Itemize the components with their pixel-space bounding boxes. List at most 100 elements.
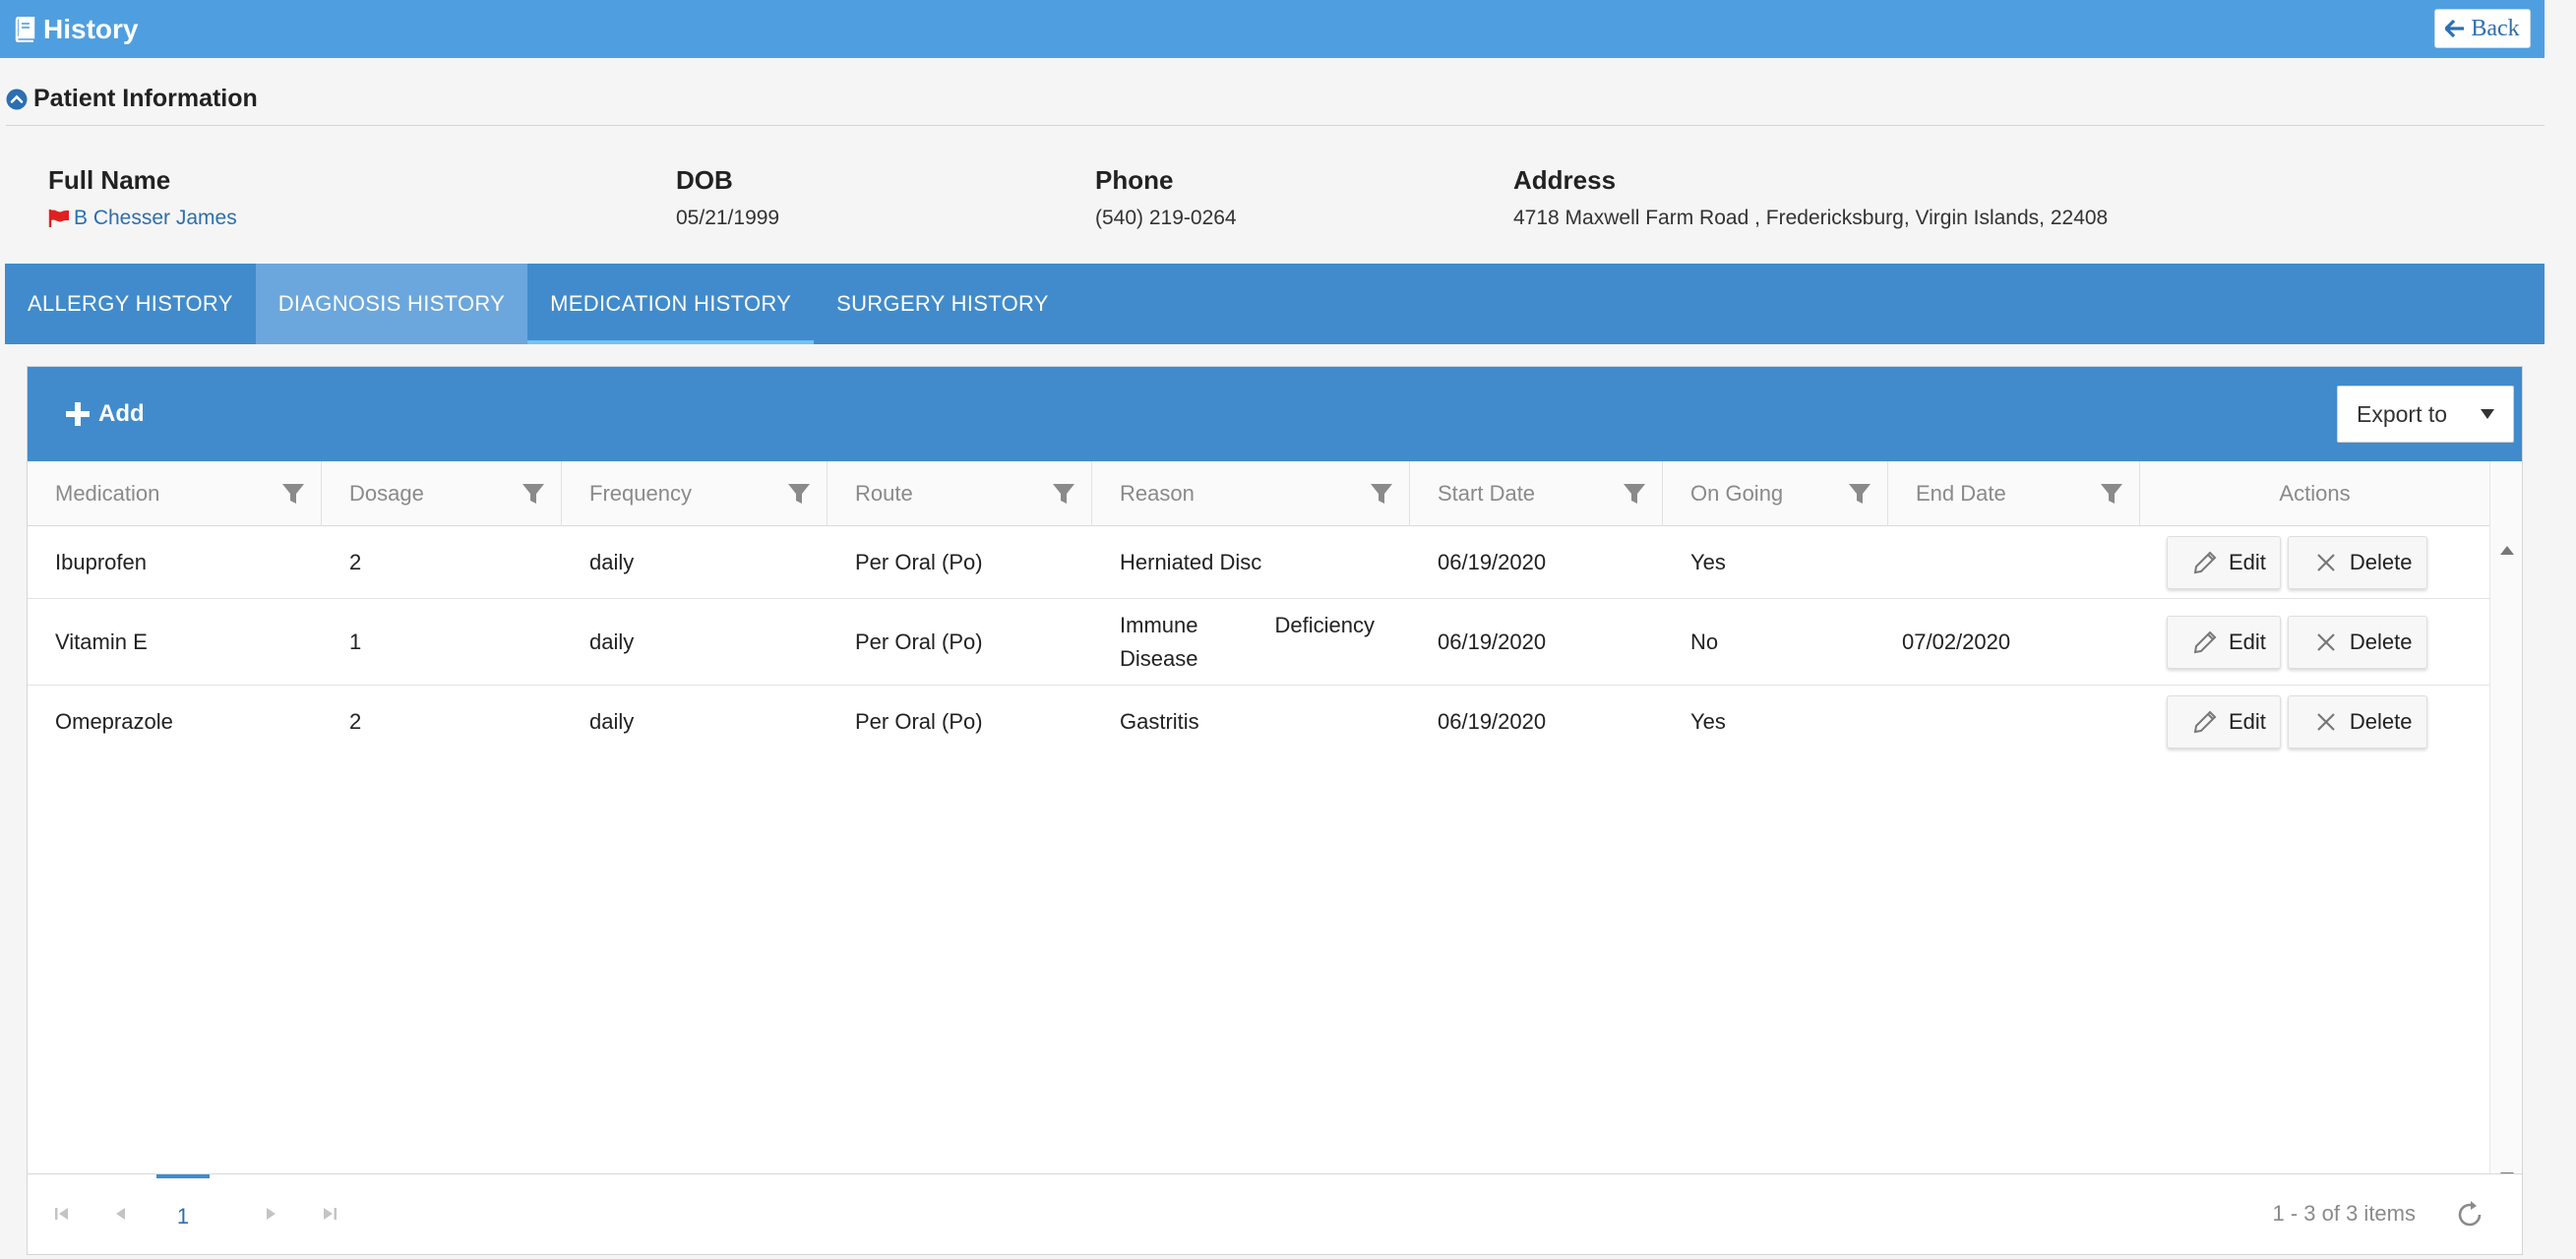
column-header-end-date[interactable]: End Date [1888,461,2140,526]
delete-label: Delete [2349,709,2413,734]
table-row[interactable]: Omeprazole 2 daily Per Oral (Po) Gastrit… [28,686,2490,758]
column-title-frequency: Frequency [589,481,692,506]
phone-label: Phone [1095,165,1174,195]
tab-allergy-history[interactable]: ALLERGY HISTORY [5,264,256,344]
filter-icon[interactable] [521,482,545,506]
cell-start-date: 06/19/2020 [1438,709,1547,734]
filter-icon[interactable] [281,482,305,506]
column-header-actions: Actions [2140,461,2490,526]
cell-route: Per Oral (Po) [855,709,983,734]
edit-button[interactable]: Edit [2167,695,2281,749]
patient-phone: (540) 219-0264 [1095,207,1237,229]
pencil-icon [2193,551,2217,573]
book-icon [15,16,35,42]
cell-start-date: 06/19/2020 [1438,549,1547,574]
column-title-dosage: Dosage [349,481,424,506]
patient-address-block: Address 4718 Maxwell Farm Road , Frederi… [1513,165,2108,230]
column-header-route[interactable]: Route [828,461,1092,526]
patient-dob: 05/21/1999 [676,207,780,229]
filter-icon[interactable] [1623,482,1646,506]
scroll-up-icon[interactable] [2499,544,2515,556]
tab-diagnosis-history[interactable]: DIAGNOSIS HISTORY [255,264,528,344]
export-label: Export to [2357,400,2448,427]
column-header-medication[interactable]: Medication [28,461,322,526]
plus-icon [66,402,90,426]
back-label: Back [2471,15,2520,41]
cell-frequency: daily [589,709,635,734]
column-header-frequency[interactable]: Frequency [562,461,828,526]
full-name-label: Full Name [48,165,171,195]
column-title-on-going: On Going [1690,481,1784,506]
chevron-up-circle-icon [6,89,28,110]
refresh-icon[interactable] [2453,1198,2486,1231]
edit-label: Edit [2229,709,2266,734]
close-icon [2317,553,2335,571]
column-header-dosage[interactable]: Dosage [322,461,562,526]
vertical-scrollbar[interactable] [2489,461,2522,1195]
filter-icon[interactable] [1052,482,1075,506]
grid-pager: 1 1 - 3 of 3 items [28,1173,2522,1254]
next-page-icon[interactable] [262,1205,279,1223]
column-title-start-date: Start Date [1438,481,1536,506]
patient-name: B Chesser James [74,207,237,229]
filter-icon[interactable] [787,482,811,506]
cell-on-going: Yes [1690,549,1726,574]
filter-icon[interactable] [1848,482,1871,506]
edit-button[interactable]: Edit [2167,535,2281,589]
column-title-actions: Actions [2279,481,2351,506]
cell-medication: Omeprazole [55,709,173,734]
cell-actions: Edit Delete [2140,526,2490,598]
last-page-icon[interactable] [321,1205,338,1223]
grid-toolbar: Add Export to [28,367,2522,461]
tab-surgery-history[interactable]: SURGERY HISTORY [814,264,1072,344]
column-header-start-date[interactable]: Start Date [1410,461,1663,526]
edit-label: Edit [2229,549,2266,574]
cell-frequency: daily [589,629,635,654]
column-title-reason: Reason [1120,481,1195,506]
delete-label: Delete [2349,629,2413,654]
cell-reason: Immune Deficiency Disease [1120,612,1375,671]
delete-button[interactable]: Delete [2287,615,2427,669]
delete-button[interactable]: Delete [2287,695,2427,749]
grid-header: Medication Dosage Frequency Route Reason… [28,461,2490,526]
arrow-left-icon [2445,20,2465,37]
column-title-end-date: End Date [1916,481,2006,506]
table-row[interactable]: Ibuprofen 2 daily Per Oral (Po) Herniate… [28,526,2490,599]
cell-route: Per Oral (Po) [855,629,983,654]
cell-reason: Gastritis [1120,709,1199,734]
cell-dosage: 2 [349,709,362,734]
cell-medication: Vitamin E [55,629,148,654]
back-button[interactable]: Back [2434,9,2531,48]
close-icon [2317,713,2335,731]
delete-button[interactable]: Delete [2287,535,2427,589]
pencil-icon [2193,710,2217,734]
cell-dosage: 2 [349,549,362,574]
filter-icon[interactable] [2100,482,2123,506]
pencil-icon [2193,630,2217,653]
column-title-medication: Medication [55,481,160,506]
tab-medication-history[interactable]: MEDICATION HISTORY [527,264,815,344]
page-number-current[interactable]: 1 [156,1174,210,1255]
table-row[interactable]: Vitamin E 1 daily Per Oral (Po) Immune D… [28,599,2490,686]
dob-label: DOB [676,165,733,195]
edit-button[interactable]: Edit [2167,615,2281,669]
pager-info: 1 - 3 of 3 items [2272,1201,2416,1226]
patient-name-block: Full Name B Chesser James [48,165,237,230]
column-title-route: Route [855,481,913,506]
export-dropdown[interactable]: Export to [2337,386,2514,443]
column-header-on-going[interactable]: On Going [1663,461,1888,526]
flag-icon [48,210,69,227]
cell-on-going: Yes [1690,709,1726,734]
patient-name-link[interactable]: B Chesser James [48,207,237,230]
patient-info-section-toggle[interactable]: Patient Information [6,85,2545,126]
page-title-wrap: History [14,14,138,45]
column-header-reason[interactable]: Reason [1092,461,1410,526]
first-page-icon[interactable] [53,1205,71,1223]
add-button[interactable]: Add [65,394,145,434]
medication-grid: Add Export to Medication Dosage Frequenc… [27,366,2523,1255]
cell-end-date: 07/02/2020 [1902,629,2011,654]
previous-page-icon[interactable] [112,1205,130,1223]
cell-on-going: No [1690,629,1719,654]
patient-address: 4718 Maxwell Farm Road , Fredericksburg,… [1513,207,2109,229]
filter-icon[interactable] [1370,482,1393,506]
